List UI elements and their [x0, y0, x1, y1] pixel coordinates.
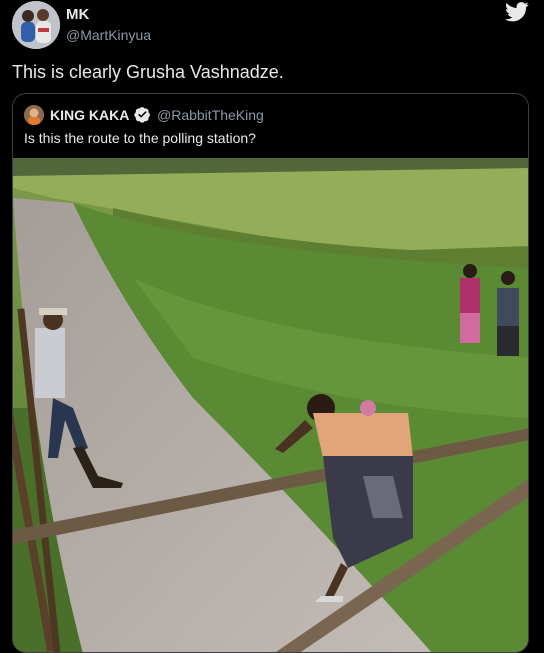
quoted-tweet-card[interactable]: KING KAKA @RabbitTheKing Is this the rou…: [12, 93, 529, 653]
author-handle[interactable]: @MartKinyua: [66, 27, 151, 43]
quoted-tweet-photo[interactable]: [13, 158, 528, 652]
verified-badge-icon: [134, 106, 151, 123]
quoted-author-handle[interactable]: @RabbitTheKing: [157, 107, 264, 123]
tweet-text: This is clearly Grusha Vashnadze.: [12, 62, 284, 82]
tweet: MK @MartKinyua This is clearly Grusha Va…: [0, 0, 544, 653]
author-name[interactable]: MK: [66, 6, 89, 23]
quoted-author-name[interactable]: KING KAKA: [50, 107, 129, 123]
quoted-author-avatar[interactable]: [24, 105, 44, 125]
author-avatar[interactable]: [12, 1, 60, 49]
quoted-tweet-text: Is this the route to the polling station…: [24, 130, 256, 146]
twitter-bird-icon[interactable]: [505, 1, 529, 23]
